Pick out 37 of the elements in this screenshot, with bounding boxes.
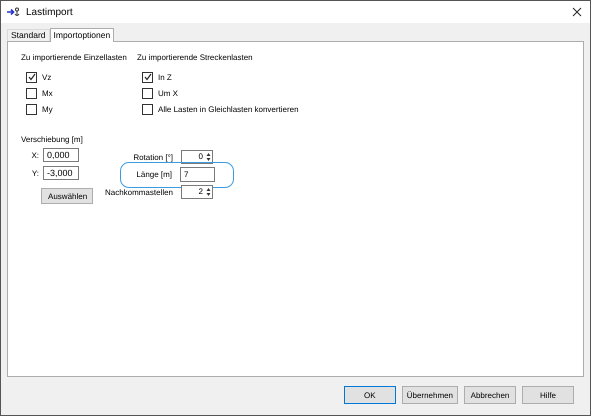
field-label: X:	[30, 150, 39, 160]
group-heading: Zu importierende Streckenlasten	[137, 53, 254, 62]
spin-arrows-icon[interactable]	[205, 186, 212, 198]
checkbox[interactable]	[142, 88, 153, 98]
checkbox-label: Vz	[42, 72, 52, 82]
input-field[interactable]: 0,000	[43, 148, 79, 162]
window-title: Lastimport	[26, 6, 74, 18]
dialog-button[interactable]: Abbrechen	[464, 386, 516, 404]
input-field[interactable]: -3,000	[43, 166, 79, 180]
checkbox-label: Alle Lasten in Gleichlasten konvertieren	[158, 104, 299, 114]
close-icon[interactable]	[572, 7, 582, 17]
app-icon	[7, 7, 21, 17]
checkbox-label: Um X	[158, 88, 178, 98]
group-heading: Zu importierende Einzellasten	[21, 53, 128, 62]
field-label: Länge [m]	[135, 170, 172, 179]
field-label: Y:	[30, 168, 39, 178]
checkbox[interactable]	[26, 88, 37, 98]
field-label: Nachkommastellen	[104, 188, 173, 196]
select-button[interactable]: Auswählen	[41, 188, 93, 204]
dialog-button[interactable]: Übernehmen	[402, 386, 458, 404]
tab[interactable]: Standard	[7, 29, 50, 41]
checkbox[interactable]	[142, 72, 153, 82]
group-heading: Verschiebung [m]	[21, 135, 84, 144]
checkbox-label: Mx	[42, 88, 53, 98]
spin-arrows-icon[interactable]	[205, 151, 212, 163]
dialog-button[interactable]: Hilfe	[522, 386, 574, 404]
spinner-field[interactable]: 2	[181, 185, 213, 199]
checkbox-label: In Z	[158, 72, 172, 82]
input-field[interactable]: 7	[180, 167, 215, 182]
dialog-button[interactable]: OK	[344, 386, 396, 404]
checkbox[interactable]	[26, 72, 37, 82]
checkbox[interactable]	[26, 104, 37, 114]
tab[interactable]: Importoptionen	[50, 28, 114, 42]
spinner-field[interactable]: 0	[181, 150, 213, 164]
checkbox[interactable]	[142, 104, 153, 114]
field-label: Rotation [°]	[132, 152, 173, 162]
checkbox-label: My	[42, 104, 53, 114]
